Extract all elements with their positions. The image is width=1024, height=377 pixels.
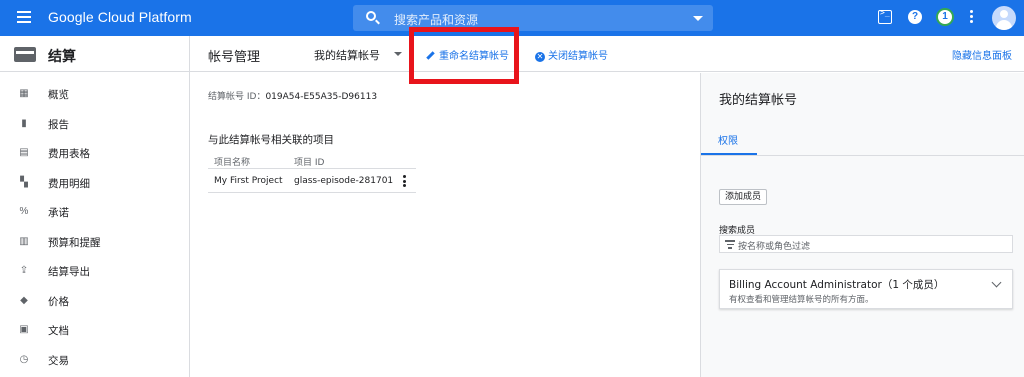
billing-card-icon xyxy=(14,47,36,62)
account-select[interactable]: 我的结算帐号 xyxy=(314,47,380,63)
divider xyxy=(701,155,1024,156)
filter-input[interactable]: 按名称或角色过滤 xyxy=(719,235,1013,253)
sidebar-item-billing-export[interactable]: ⇪ 结算导出 xyxy=(0,256,189,286)
close-account-button[interactable]: ✕ 关闭结算帐号 xyxy=(535,47,608,62)
bar-chart-icon: ▮ xyxy=(21,117,27,129)
account-id: 结算帐号 ID：019A54-E55A35-D96113 xyxy=(208,89,377,102)
breakdown-icon: ▚ xyxy=(20,176,28,188)
close-circle-icon: ✕ xyxy=(535,52,545,62)
sidebar-item-label: 费用明细 xyxy=(48,177,90,190)
sidebar-title: 结算 xyxy=(48,49,76,65)
main-content: 结算帐号 ID：019A54-E55A35-D96113 与此结算帐号相关联的项… xyxy=(190,73,700,377)
projects-title: 与此结算帐号相关联的项目 xyxy=(208,134,334,146)
action-bar: 帐号管理 我的结算帐号 重命名结算帐号 ✕ 关闭结算帐号 隐藏信息面板 xyxy=(190,36,1024,72)
avatar[interactable] xyxy=(992,6,1016,30)
role-name: Billing Account Administrator（1 个成员） xyxy=(729,279,945,291)
help-icon[interactable]: ? xyxy=(908,10,922,24)
sidebar-item-transactions[interactable]: ◷ 交易 xyxy=(0,345,189,375)
sidebar-item-documents[interactable]: ▣ 文档 xyxy=(0,315,189,345)
sidebar: 结算 ▦ 概览 ▮ 报告 ▤ 费用表格 ▚ 费用明细 % 承诺 ▥ 预算和提醒 ⇪ 结算导出 … xyxy=(0,36,190,377)
search-input[interactable]: 搜索产品和资源 xyxy=(394,11,478,28)
project-name[interactable]: My First Project xyxy=(214,176,283,186)
more-vert-icon[interactable] xyxy=(403,175,406,189)
sidebar-header: 结算 xyxy=(0,36,189,72)
account-id-label: 结算帐号 ID： xyxy=(208,92,266,102)
role-card[interactable]: Billing Account Administrator（1 个成员） 有权查… xyxy=(719,269,1013,309)
tab-label: 权限 xyxy=(718,136,738,147)
sidebar-item-label: 预算和提醒 xyxy=(48,236,101,249)
brand-title[interactable]: Google Cloud Platform xyxy=(48,9,192,25)
sidebar-item-pricing[interactable]: ◆ 价格 xyxy=(0,286,189,316)
sidebar-item-cost-table[interactable]: ▤ 费用表格 xyxy=(0,138,189,168)
search-icon xyxy=(366,11,376,21)
sidebar-item-label: 结算导出 xyxy=(48,266,90,278)
chevron-down-icon[interactable] xyxy=(991,277,1002,288)
menu-icon[interactable] xyxy=(17,11,31,23)
highlight-box xyxy=(409,27,519,84)
percent-icon: % xyxy=(19,206,29,217)
clock-icon: ◷ xyxy=(19,353,29,365)
table-icon: ▤ xyxy=(19,147,29,158)
chevron-down-icon[interactable] xyxy=(394,52,402,56)
projects-table: 项目名称 项目 ID My First Project glass-episod… xyxy=(208,151,416,193)
budget-icon: ▥ xyxy=(19,235,29,247)
add-member-button[interactable]: 添加成员 xyxy=(719,189,768,205)
page-title: 帐号管理 xyxy=(208,50,261,65)
more-vert-icon[interactable] xyxy=(970,10,974,24)
account-id-value: 019A54-E55A35-D96113 xyxy=(265,92,378,102)
close-label: 关闭结算帐号 xyxy=(548,51,608,62)
sidebar-item-label: 承诺 xyxy=(48,207,69,219)
sidebar-item-label: 价格 xyxy=(48,295,69,308)
role-description: 有权查看和管理结算帐号的所有方面。 xyxy=(729,295,874,305)
filter-icon xyxy=(725,240,735,251)
column-header: 项目名称 xyxy=(214,158,251,168)
sidebar-item-label: 文档 xyxy=(48,325,69,337)
filter-placeholder: 按名称或角色过滤 xyxy=(738,242,811,252)
column-header: 项目 ID xyxy=(294,158,325,168)
tag-icon: ◆ xyxy=(20,294,28,306)
search-bar[interactable]: 搜索产品和资源 xyxy=(353,5,713,31)
info-panel: 我的结算帐号 权限 添加成员 搜索成员 按名称或角色过滤 Billing Acc… xyxy=(700,73,1024,377)
chevron-down-icon[interactable] xyxy=(693,16,703,21)
project-id: glass-episode-281701 xyxy=(294,176,394,186)
hide-info-panel-button[interactable]: 隐藏信息面板 xyxy=(952,47,1012,62)
sidebar-item-label: 概览 xyxy=(48,89,69,101)
panel-title: 我的结算帐号 xyxy=(719,93,798,108)
upload-icon: ⇪ xyxy=(19,265,29,276)
sidebar-item-reports[interactable]: ▮ 报告 xyxy=(0,109,189,139)
sidebar-item-overview[interactable]: ▦ 概览 xyxy=(0,79,189,109)
dashboard-icon: ▦ xyxy=(19,88,29,99)
cloud-shell-icon[interactable] xyxy=(878,8,892,24)
notifications-badge[interactable]: 1 xyxy=(936,8,954,26)
sidebar-item-label: 报告 xyxy=(48,118,69,131)
sidebar-item-cost-breakdown[interactable]: ▚ 费用明细 xyxy=(0,168,189,198)
sidebar-item-label: 费用表格 xyxy=(48,148,90,160)
sidebar-item-commitments[interactable]: % 承诺 xyxy=(0,197,189,227)
sidebar-item-budgets[interactable]: ▥ 预算和提醒 xyxy=(0,227,189,257)
table-header: 项目名称 项目 ID xyxy=(208,151,416,169)
document-icon: ▣ xyxy=(19,324,29,335)
sidebar-item-label: 交易 xyxy=(48,354,69,367)
table-row: My First Project glass-episode-281701 xyxy=(208,169,416,193)
tab-permissions[interactable]: 权限 xyxy=(701,123,757,155)
